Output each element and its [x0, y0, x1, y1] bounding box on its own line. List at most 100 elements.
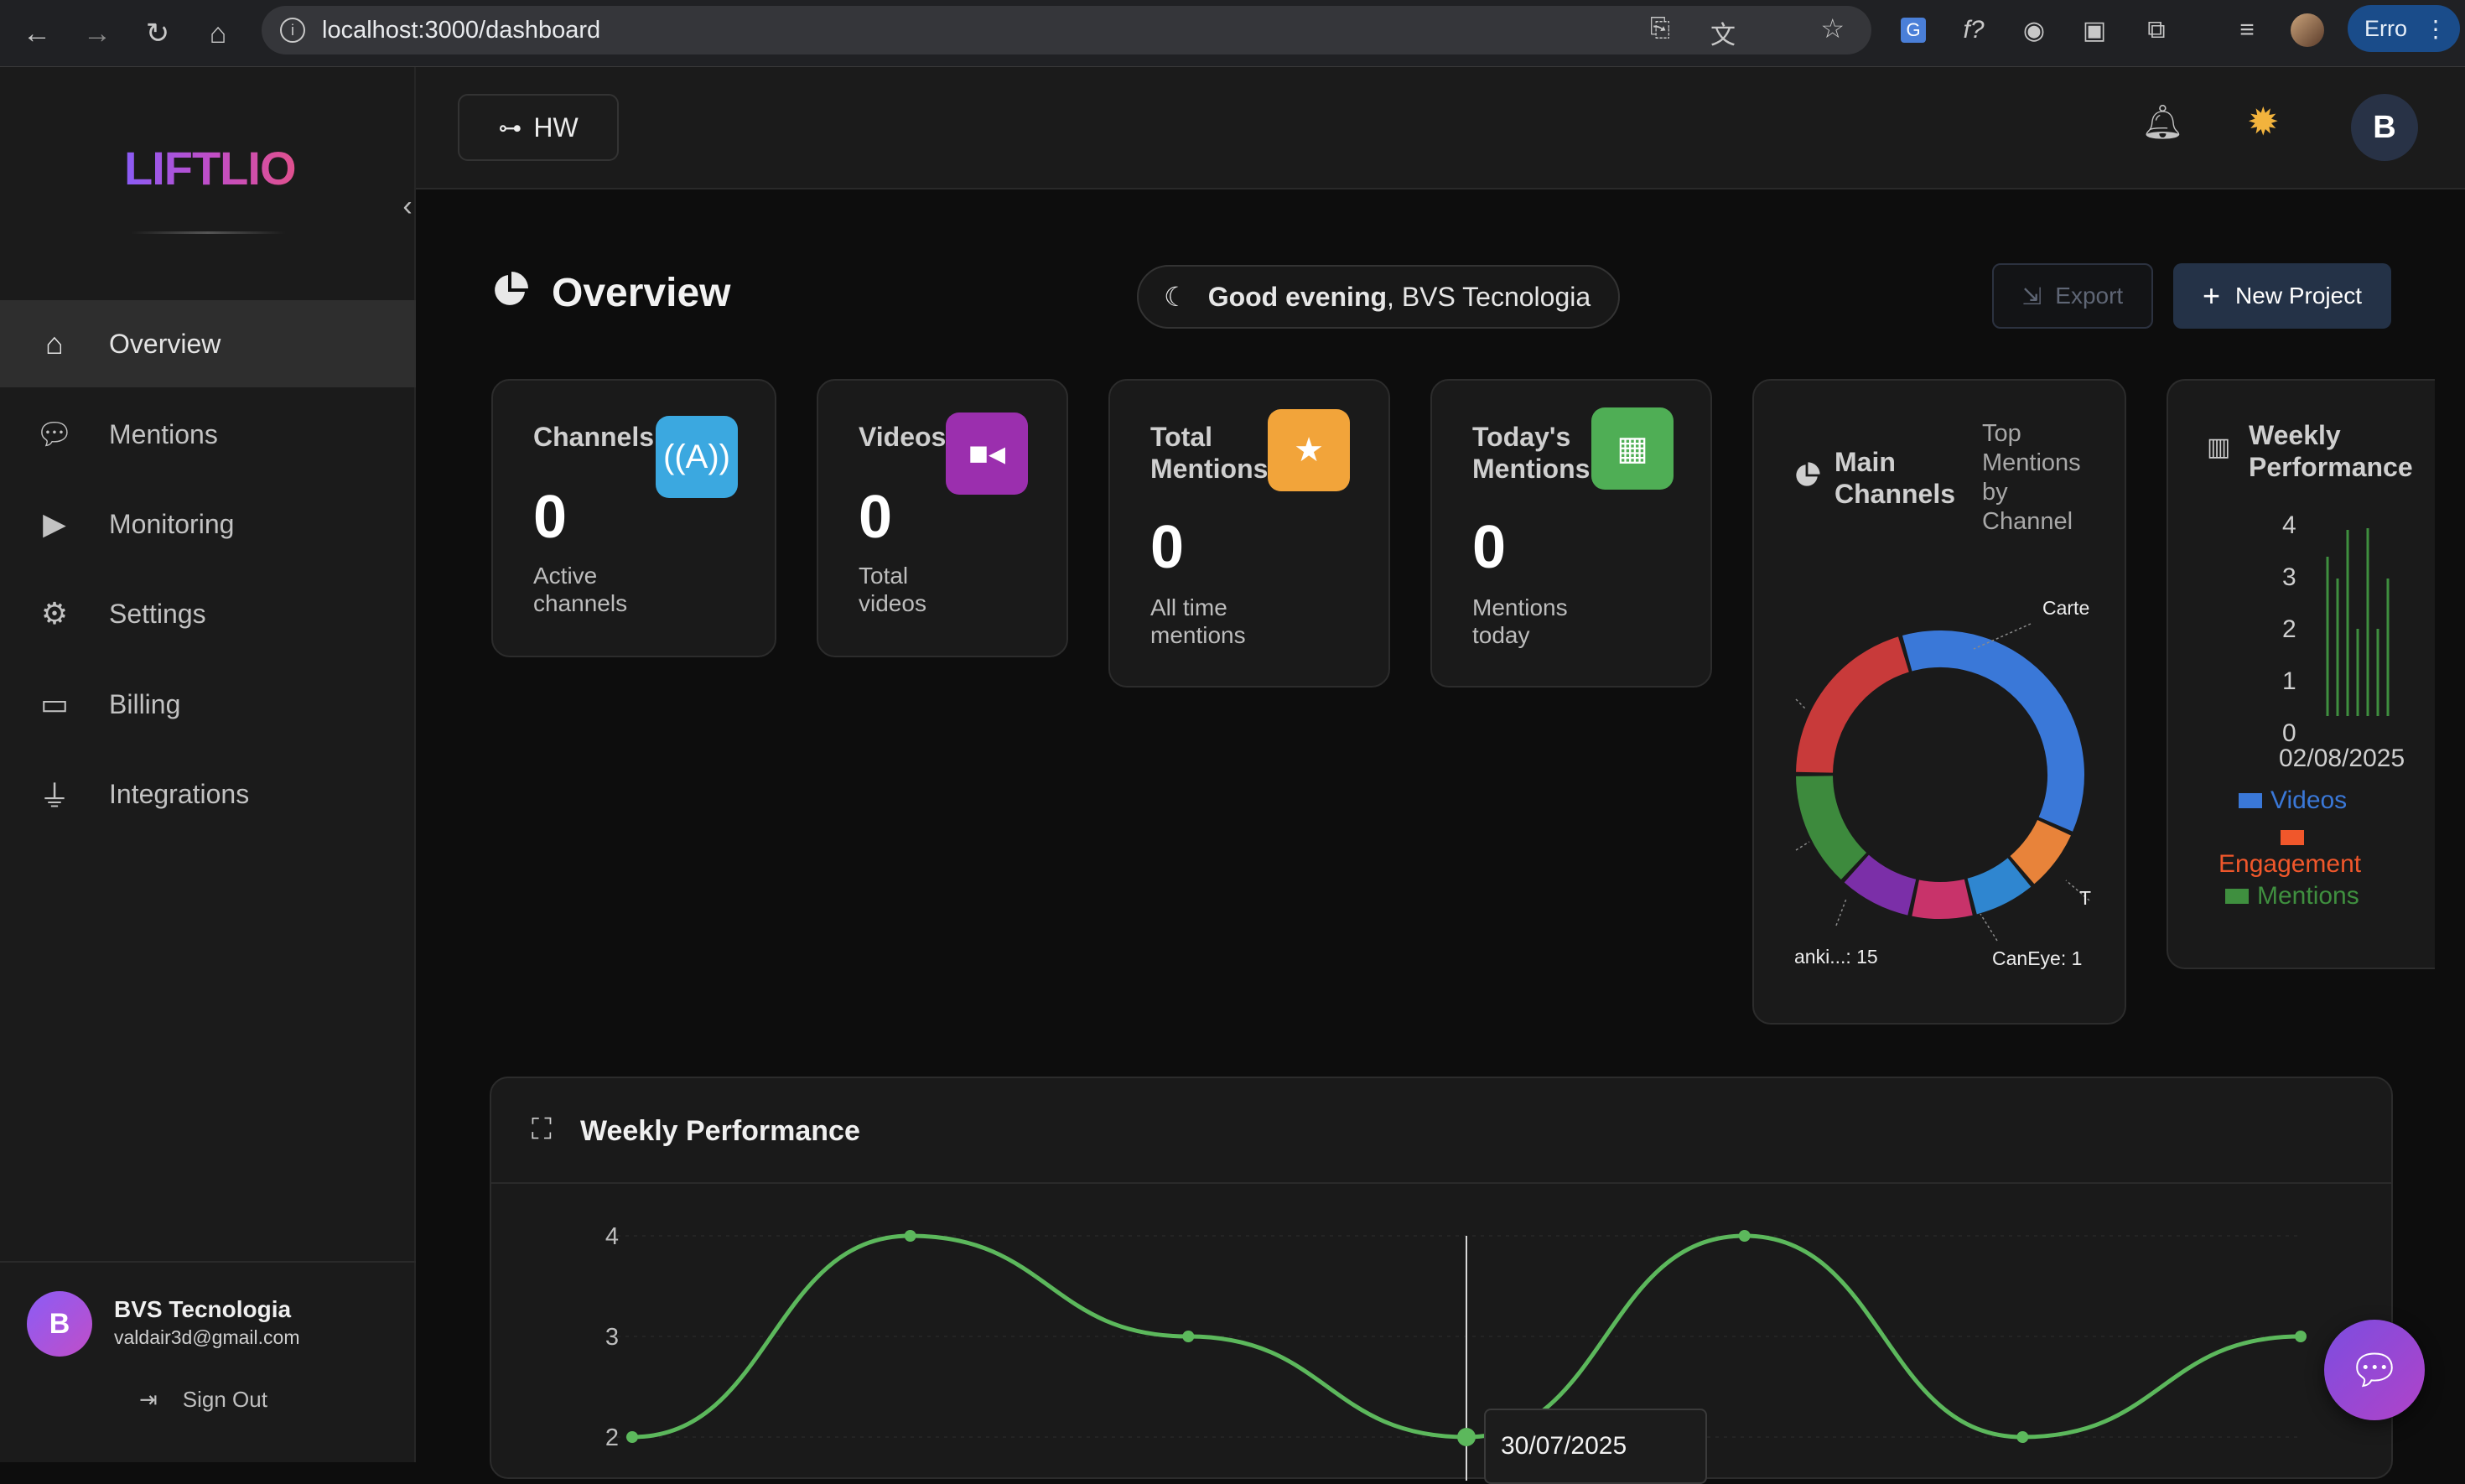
donut-slice[interactable] — [1966, 858, 2032, 915]
sign-out-icon: ⇥ — [139, 1387, 158, 1412]
sidebar-item-monitoring[interactable]: ▶ Monitoring — [0, 480, 416, 568]
screen-extension-icon[interactable]: ▣ — [2074, 10, 2115, 50]
user-panel: B BVS Tecnologia valdair3d@gmail.com ⇥ S… — [0, 1261, 416, 1462]
weekly-performance-mini-card: ▥ Weekly Performance 4 3 2 1 0 02/08/202… — [2167, 379, 2435, 969]
project-selector-button[interactable]: ⊶ HW — [458, 94, 619, 161]
card-subtitle: Mentions today — [1472, 594, 1568, 648]
page-title: Overview — [552, 271, 731, 315]
donut-slice[interactable] — [2010, 819, 2071, 885]
export-label: Export — [2055, 283, 2124, 309]
total-mentions-card: Total Mentions ★ 0 All time mentions — [1108, 379, 1390, 688]
donut-label-carte: Carte — [2042, 597, 2090, 619]
formula-extension-icon[interactable]: f? — [1954, 10, 1994, 50]
donut-slice[interactable] — [1902, 630, 2084, 832]
legend-label: Videos — [2270, 786, 2348, 814]
chat-bubbles-icon: 💬︎ — [2348, 1346, 2401, 1393]
todays-mentions-card: Today's Mentions ▦ 0 Mentions today — [1430, 379, 1712, 688]
moon-icon: ☾ — [1164, 282, 1188, 312]
credit-card-icon: ▭ — [39, 687, 69, 721]
donut-label-anki: anki...: 15 — [1794, 946, 1878, 968]
liftlio-logo[interactable]: LIFTLIO — [124, 141, 297, 195]
data-point[interactable] — [1457, 1428, 1476, 1446]
back-arrow-icon[interactable]: ← — [15, 12, 59, 55]
donut-slice[interactable] — [1844, 854, 1917, 916]
sidebar-item-label: Settings — [109, 598, 206, 629]
profile-photo-icon[interactable] — [2287, 10, 2327, 50]
plus-icon: + — [2203, 278, 2221, 313]
legend-label: Engagement — [2218, 850, 2362, 878]
donut-label-edge: T — [2079, 887, 2092, 909]
profile-error-button[interactable]: Erro ⋮ — [2348, 5, 2460, 52]
card-title: Videos — [859, 422, 947, 452]
card-title: Channels — [533, 422, 655, 452]
site-info-icon[interactable]: i — [280, 18, 305, 43]
sidebar-item-settings[interactable]: ⚙ Settings — [0, 570, 416, 657]
home-icon[interactable]: ⌂ — [196, 12, 240, 55]
card-value: 0 — [859, 484, 893, 551]
plug-icon: ⏚ — [39, 779, 70, 813]
card-value: 0 — [1472, 514, 1507, 581]
new-project-button[interactable]: + New Project — [2173, 263, 2391, 329]
translate-icon[interactable]: 文 — [1710, 14, 1736, 51]
data-point[interactable] — [1738, 1230, 1751, 1242]
export-button[interactable]: ⇲ Export — [1992, 263, 2153, 329]
weekly-performance-card: ⛶ Weekly Performance 432 — [490, 1077, 2393, 1481]
data-point[interactable] — [2016, 1431, 2029, 1443]
google-translate-extension-icon[interactable]: G — [1893, 10, 1933, 50]
profile-error-label: Erro — [2364, 15, 2408, 41]
camera-extension-icon[interactable]: ◉ — [2014, 10, 2054, 50]
collapse-sidebar-chevron-icon[interactable]: ‹ — [391, 186, 424, 226]
sidebar-item-integrations[interactable]: ⏚ Integrations — [0, 750, 416, 838]
bookmark-star-icon[interactable]: ☆ — [1820, 13, 1845, 44]
legend-mentions[interactable]: Mentions — [2225, 882, 2359, 911]
card-title: Total Mentions — [1150, 422, 1269, 484]
forward-arrow-icon[interactable]: → — [75, 12, 119, 55]
bell-icon[interactable]: 🔔︎ — [2141, 102, 2184, 142]
y-tick-label: 3 — [605, 1324, 619, 1351]
logo-divider — [131, 231, 285, 234]
legend-engagement[interactable]: Engagement — [2218, 850, 2361, 879]
legend-videos[interactable]: Videos — [2239, 786, 2347, 815]
legend-engagement-swatch — [2281, 830, 2304, 845]
star-icon: ★ — [1268, 409, 1350, 491]
sign-out-button[interactable]: ⇥ Sign Out — [139, 1387, 267, 1413]
mini-bar-chart — [2326, 528, 2390, 716]
card-subtitle: All time mentions — [1150, 594, 1246, 648]
donut-leader-line — [1795, 841, 1810, 851]
chart-tooltip: 30/07/2025 — [1484, 1409, 1707, 1484]
donut-slice[interactable] — [1796, 636, 1910, 774]
greeting-text: Good evening — [1207, 281, 1388, 312]
data-point[interactable] — [626, 1431, 638, 1443]
y-tick-label: 2 — [605, 1424, 619, 1451]
donut-slice[interactable] — [1912, 879, 1973, 919]
chat-support-button[interactable]: 💬︎ — [2324, 1320, 2425, 1420]
gear-icon: ⚙ — [40, 596, 69, 630]
data-point[interactable] — [2295, 1331, 2307, 1342]
user-avatar[interactable]: B — [27, 1291, 92, 1357]
card-value: 0 — [533, 484, 568, 551]
sidebar-item-label: Mentions — [109, 418, 218, 449]
legend-label: Mentions — [2257, 882, 2359, 910]
kebab-menu-icon[interactable]: ⋮ — [2424, 15, 2447, 43]
data-point[interactable] — [904, 1230, 916, 1242]
reading-list-icon[interactable]: ≡ — [2227, 10, 2267, 50]
sidebar-item-overview[interactable]: ⌂ Overview — [0, 300, 416, 387]
sidebar-item-billing[interactable]: ▭ Billing — [0, 661, 416, 748]
sidebar-item-mentions[interactable]: 💬︎ Mentions — [0, 391, 416, 478]
install-app-icon[interactable]: ⎘ — [1650, 14, 1670, 43]
calendar-icon: ▦ — [1591, 407, 1674, 490]
y-tick-label: 4 — [605, 1223, 619, 1250]
reload-icon[interactable]: ↻ — [136, 12, 179, 55]
legend-swatch — [2225, 889, 2249, 904]
extensions-puzzle-icon[interactable]: ⧉ — [2136, 10, 2177, 50]
card-subtitle: Active channels — [533, 563, 628, 616]
channels-card: Channels ((A)) 0 Active channels — [491, 379, 776, 657]
top-avatar[interactable]: B — [2351, 94, 2418, 161]
donut-slice[interactable] — [1796, 775, 1867, 880]
user-email: valdair3d@gmail.com — [114, 1326, 300, 1348]
browser-toolbar: ← → ↻ ⌂ i localhost:3000/dashboard ⎘ 文 ☆… — [0, 0, 2465, 67]
project-tree-icon: ⊶ — [498, 114, 522, 141]
data-point[interactable] — [1182, 1331, 1195, 1342]
address-bar[interactable]: i localhost:3000/dashboard ⎘ 文 ☆ — [262, 6, 1871, 54]
sun-theme-toggle-icon[interactable]: ✹ — [2247, 99, 2280, 144]
